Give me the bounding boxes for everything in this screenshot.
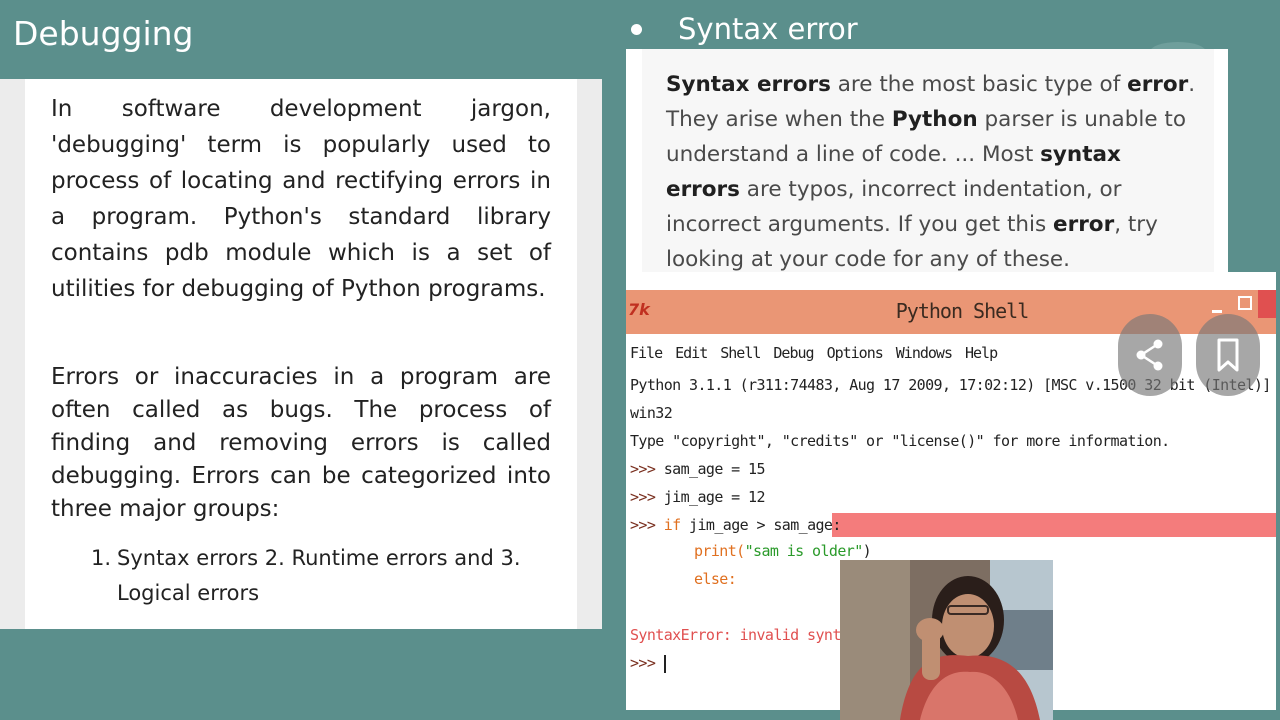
list-item: 1. Syntax errors 2. Runtime errors and 3… bbox=[91, 541, 551, 611]
code-line: else: bbox=[694, 570, 737, 588]
code-line: >>> sam_age = 15 bbox=[630, 460, 766, 478]
syntax-card-inner: Syntax errors are the most basic type of… bbox=[642, 49, 1214, 273]
window-title: Python Shell bbox=[895, 299, 1030, 323]
bookmark-icon bbox=[1217, 338, 1239, 372]
banner-line-1: Python 3.1.1 (r311:74483, Aug 17 2009, 1… bbox=[630, 376, 1276, 394]
menu-options[interactable]: Options bbox=[827, 344, 884, 362]
bullet-dot-icon bbox=[631, 23, 642, 35]
bookmark-button[interactable] bbox=[1196, 314, 1260, 396]
presenter-video bbox=[840, 560, 1053, 720]
menu-windows[interactable]: Windows bbox=[896, 344, 953, 362]
syntax-error-message: SyntaxError: invalid syntax bbox=[630, 626, 858, 644]
input-prompt[interactable]: >>> bbox=[630, 654, 666, 673]
menu-shell[interactable]: Shell bbox=[720, 344, 761, 362]
errors-paragraph: Errors or inaccuracies in a program are … bbox=[51, 364, 551, 522]
menu-file[interactable]: File bbox=[630, 344, 663, 362]
share-button[interactable] bbox=[1118, 314, 1182, 396]
presenter-webcam bbox=[840, 560, 1053, 720]
content-card: In software development jargon, 'debuggi… bbox=[25, 79, 577, 629]
shell-menubar: File Edit Shell Debug Options Windows He… bbox=[630, 344, 998, 362]
slide-title: Debugging bbox=[13, 14, 194, 53]
share-icon bbox=[1136, 339, 1163, 371]
minimize-icon[interactable] bbox=[1212, 310, 1222, 313]
menu-help[interactable]: Help bbox=[965, 344, 998, 362]
list-text: Syntax errors 2. Runtime errors and 3. L… bbox=[117, 546, 521, 605]
text-cursor bbox=[663, 654, 666, 673]
maximize-icon[interactable] bbox=[1238, 296, 1252, 310]
code-line: >>> jim_age = 12 bbox=[630, 488, 766, 506]
syntax-definition-text: Syntax errors are the most basic type of… bbox=[666, 72, 1196, 272]
banner-line-3: Type "copyright", "credits" or "license(… bbox=[630, 432, 1170, 450]
banner-line-2: win32 bbox=[630, 404, 673, 422]
code-line: >>> if jim_age > sam_age: bbox=[630, 516, 841, 534]
close-icon[interactable] bbox=[1258, 290, 1276, 318]
heading-text: Syntax error bbox=[678, 12, 858, 46]
error-highlight bbox=[832, 513, 1276, 537]
list-number: 1. bbox=[91, 546, 112, 570]
code-line: print("sam is older") bbox=[694, 542, 872, 560]
shell-titlebar[interactable]: 7k Python Shell bbox=[626, 290, 1276, 334]
menu-debug[interactable]: Debug bbox=[773, 344, 814, 362]
syntax-definition-card: Syntax errors are the most basic type of… bbox=[626, 49, 1228, 273]
intro-paragraph: In software development jargon, 'debuggi… bbox=[51, 96, 551, 302]
left-panel: In software development jargon, 'debuggi… bbox=[0, 79, 602, 629]
menu-edit[interactable]: Edit bbox=[675, 344, 708, 362]
syntax-error-heading: Syntax error bbox=[631, 12, 858, 46]
error-groups-list: 1. Syntax errors 2. Runtime errors and 3… bbox=[91, 541, 551, 611]
